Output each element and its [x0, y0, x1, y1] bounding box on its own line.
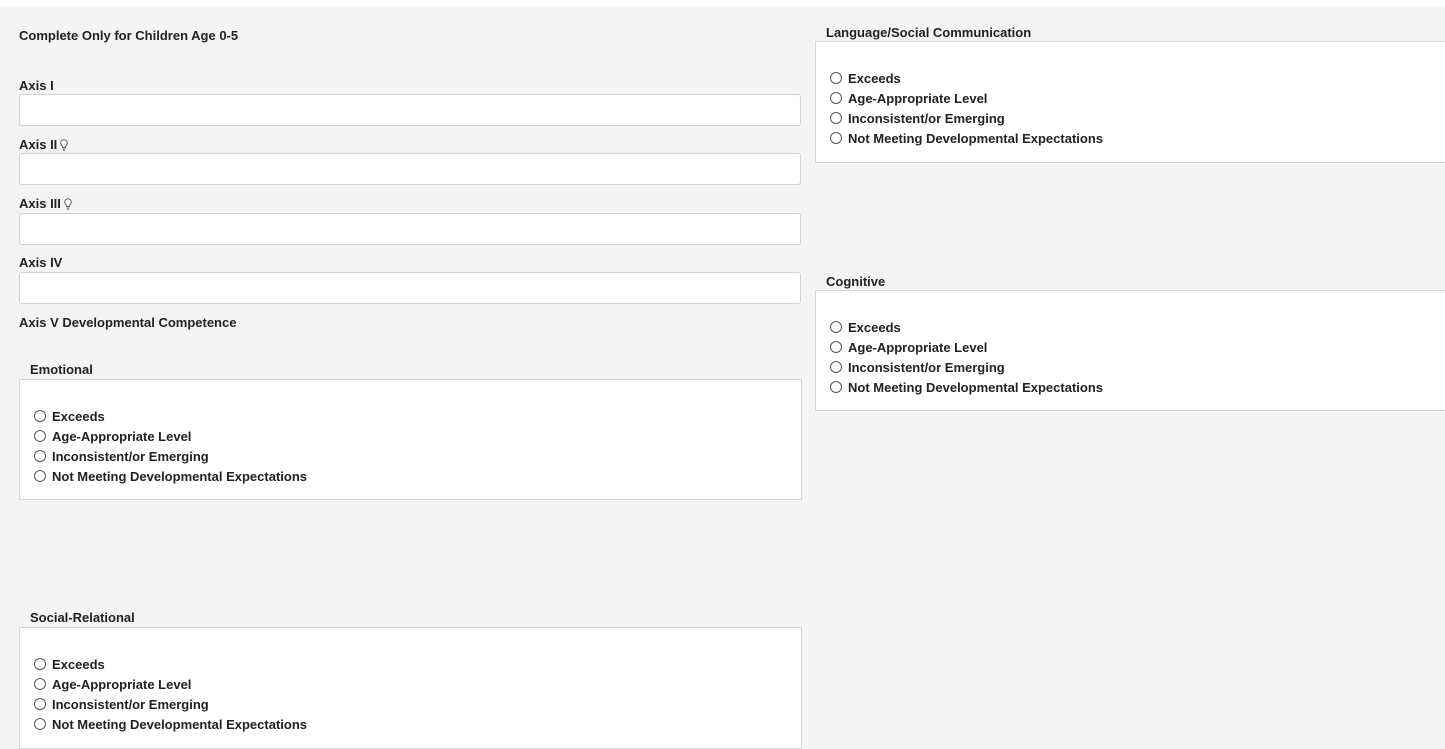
radio-button[interactable] — [34, 658, 46, 670]
axis-iv-input[interactable] — [19, 272, 801, 304]
language-option-inconsistent[interactable]: Inconsistent/or Emerging — [830, 108, 1103, 128]
language-option-not-meeting[interactable]: Not Meeting Developmental Expectations — [830, 128, 1103, 148]
language-fieldset: Exceeds Age-Appropriate Level Inconsiste… — [815, 41, 1445, 163]
radio-button[interactable] — [830, 361, 842, 373]
axis-i-label: Axis I — [19, 78, 54, 93]
radio-button[interactable] — [34, 698, 46, 710]
social-option-not-meeting[interactable]: Not Meeting Developmental Expectations — [34, 714, 307, 734]
social-option-age-appropriate[interactable]: Age-Appropriate Level — [34, 674, 307, 694]
emotional-option-exceeds[interactable]: Exceeds — [34, 406, 307, 426]
form-heading: Complete Only for Children Age 0-5 — [19, 28, 239, 43]
radio-button[interactable] — [34, 470, 46, 482]
axis-ii-label: Axis II — [19, 137, 69, 154]
radio-button[interactable] — [34, 678, 46, 690]
cognitive-fieldset: Exceeds Age-Appropriate Level Inconsiste… — [815, 290, 1445, 411]
emotional-option-not-meeting[interactable]: Not Meeting Developmental Expectations — [34, 466, 307, 486]
radio-button[interactable] — [830, 132, 842, 144]
cognitive-option-age-appropriate[interactable]: Age-Appropriate Level — [830, 337, 1103, 357]
emotional-fieldset: Exceeds Age-Appropriate Level Inconsiste… — [19, 379, 802, 500]
radio-button[interactable] — [34, 410, 46, 422]
radio-button[interactable] — [830, 112, 842, 124]
language-option-exceeds[interactable]: Exceeds — [830, 68, 1103, 88]
cognitive-option-not-meeting[interactable]: Not Meeting Developmental Expectations — [830, 377, 1103, 397]
axis-iii-input[interactable] — [19, 213, 801, 245]
radio-button[interactable] — [830, 92, 842, 104]
radio-button[interactable] — [830, 321, 842, 333]
lightbulb-icon[interactable] — [60, 139, 69, 154]
axis-i-input[interactable] — [19, 94, 801, 126]
radio-button[interactable] — [34, 430, 46, 442]
radio-button[interactable] — [830, 341, 842, 353]
social-relational-fieldset: Exceeds Age-Appropriate Level Inconsiste… — [19, 627, 802, 749]
social-option-inconsistent[interactable]: Inconsistent/or Emerging — [34, 694, 307, 714]
axis-iv-label: Axis IV — [19, 255, 63, 270]
radio-button[interactable] — [830, 72, 842, 84]
lightbulb-icon[interactable] — [64, 198, 72, 213]
axis-ii-input[interactable] — [19, 153, 801, 185]
form-page: Complete Only for Children Age 0-5 Axis … — [0, 6, 1445, 749]
axis-v-label: Axis V Developmental Competence — [19, 315, 237, 330]
emotional-option-inconsistent[interactable]: Inconsistent/or Emerging — [34, 446, 307, 466]
emotional-option-age-appropriate[interactable]: Age-Appropriate Level — [34, 426, 307, 446]
cognitive-option-exceeds[interactable]: Exceeds — [830, 317, 1103, 337]
cognitive-option-inconsistent[interactable]: Inconsistent/or Emerging — [830, 357, 1103, 377]
axis-iii-label: Axis III — [19, 196, 72, 213]
social-option-exceeds[interactable]: Exceeds — [34, 654, 307, 674]
radio-button[interactable] — [34, 718, 46, 730]
language-option-age-appropriate[interactable]: Age-Appropriate Level — [830, 88, 1103, 108]
radio-button[interactable] — [34, 450, 46, 462]
radio-button[interactable] — [830, 381, 842, 393]
